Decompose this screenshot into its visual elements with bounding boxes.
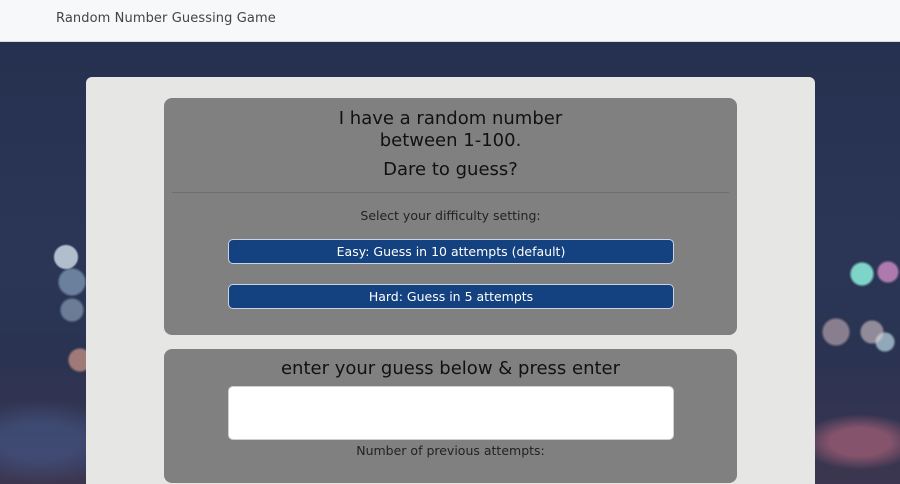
guess-headline: enter your guess below & press enter	[280, 358, 621, 379]
intro-line-2: between 1-100.	[379, 130, 522, 151]
intro-line-3: Dare to guess?	[383, 159, 518, 180]
guess-input[interactable]	[228, 386, 674, 440]
intro-panel: I have a random number between 1-100. Da…	[164, 98, 737, 335]
hard-difficulty-button[interactable]: Hard: Guess in 5 attempts	[228, 284, 674, 309]
intro-line-1: I have a random number	[338, 108, 563, 129]
difficulty-label: Select your difficulty setting:	[360, 208, 541, 223]
navbar-brand[interactable]: Random Number Guessing Game	[56, 11, 276, 26]
intro-divider	[172, 192, 729, 193]
navbar: Random Number Guessing Game	[0, 0, 900, 42]
easy-difficulty-button[interactable]: Easy: Guess in 10 attempts (default)	[228, 239, 674, 264]
previous-attempts-label: Number of previous attempts:	[356, 443, 545, 458]
guess-panel: enter your guess below & press enter Num…	[164, 349, 737, 483]
